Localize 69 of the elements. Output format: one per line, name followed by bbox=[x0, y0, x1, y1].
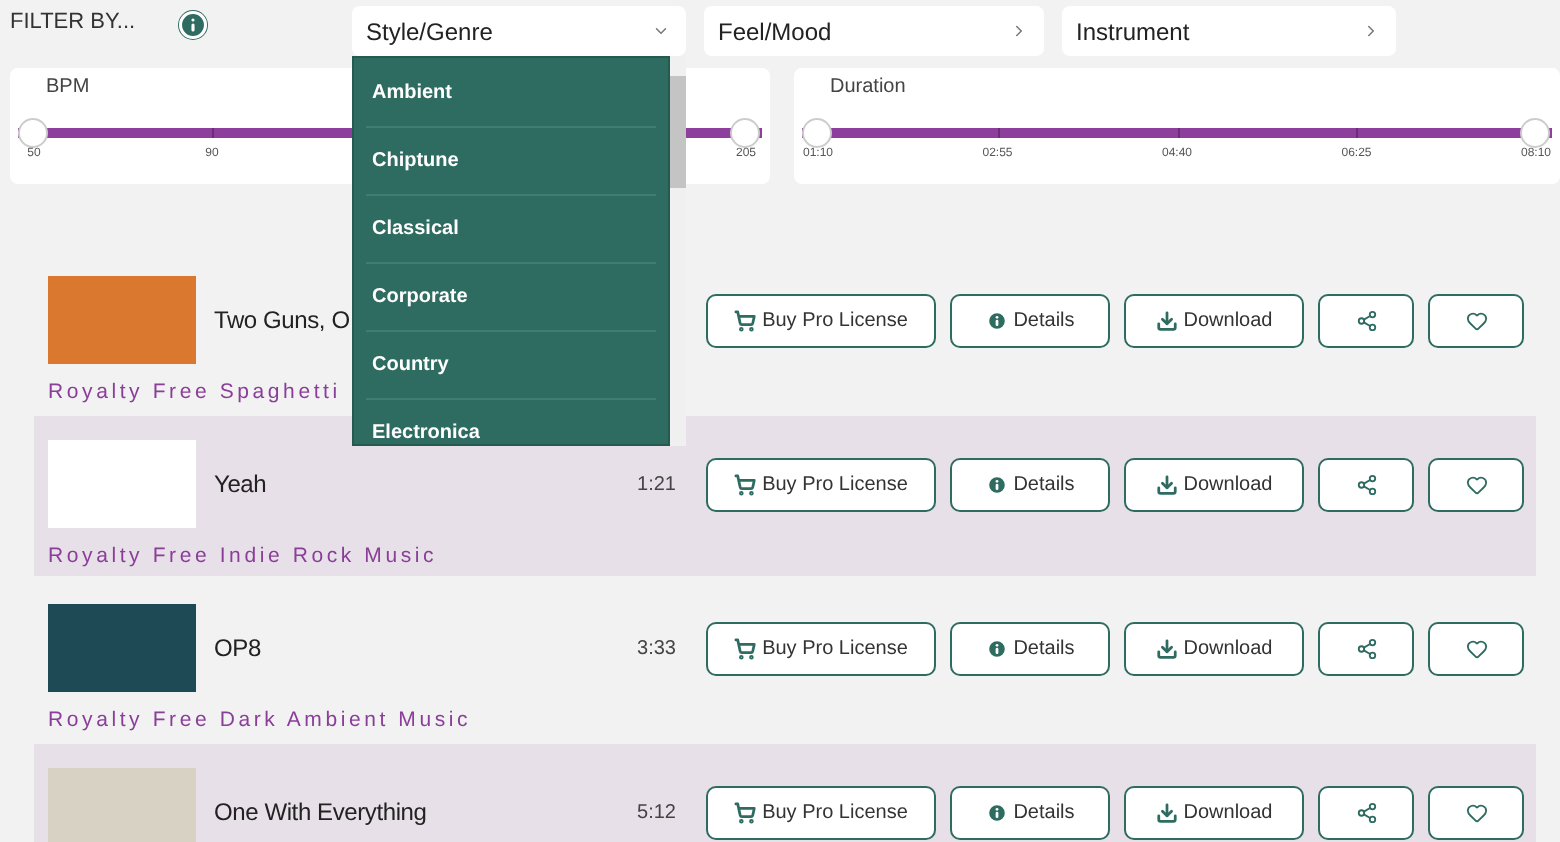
info-icon bbox=[985, 309, 1008, 331]
download-button[interactable]: Download bbox=[1124, 785, 1304, 839]
menu-item[interactable]: Chiptune bbox=[366, 128, 656, 196]
share-icon bbox=[1355, 309, 1377, 331]
menu-item[interactable]: Country bbox=[366, 332, 656, 400]
info-icon bbox=[985, 473, 1008, 495]
caret-icon bbox=[1362, 22, 1380, 40]
heart-icon bbox=[1465, 637, 1487, 659]
download-icon bbox=[1155, 309, 1178, 331]
heart-icon bbox=[1465, 473, 1487, 495]
favorite-button[interactable] bbox=[1428, 621, 1524, 675]
share-button[interactable] bbox=[1318, 621, 1414, 675]
download-icon bbox=[1155, 801, 1178, 823]
cart-icon bbox=[734, 473, 757, 495]
favorite-button[interactable] bbox=[1428, 293, 1524, 347]
favorite-button[interactable] bbox=[1428, 457, 1524, 511]
details-button[interactable]: Details bbox=[950, 457, 1110, 511]
download-button[interactable]: Download bbox=[1124, 457, 1304, 511]
heart-icon bbox=[1465, 801, 1487, 823]
download-button[interactable]: Download bbox=[1124, 293, 1304, 347]
info-icon bbox=[985, 801, 1008, 823]
slider-handle[interactable] bbox=[802, 118, 832, 148]
filter-dropdown[interactable]: Instrument bbox=[1062, 6, 1396, 56]
track-title[interactable]: One With Everything bbox=[214, 798, 427, 826]
slider-handle[interactable] bbox=[730, 118, 760, 148]
slider-handle[interactable] bbox=[18, 118, 48, 148]
filter-label: FILTER BY... bbox=[10, 10, 138, 34]
track-title[interactable]: OP8 bbox=[214, 634, 261, 662]
cart-icon bbox=[734, 637, 757, 659]
track-genre: Royalty Free Indie Rock Music bbox=[48, 544, 438, 568]
caret-icon bbox=[1010, 22, 1028, 40]
track-title[interactable]: Yeah bbox=[214, 470, 267, 498]
slider-handle[interactable] bbox=[1520, 118, 1550, 148]
filter-dropdown[interactable]: Feel/Mood bbox=[704, 6, 1044, 56]
buy-license-button[interactable]: Buy Pro License bbox=[706, 457, 936, 511]
cart-icon bbox=[734, 801, 757, 823]
menu-item[interactable]: Corporate bbox=[366, 264, 656, 332]
buy-license-button[interactable]: Buy Pro License bbox=[706, 785, 936, 839]
caret-icon bbox=[652, 22, 670, 40]
favorite-button[interactable] bbox=[1428, 785, 1524, 839]
buy-license-button[interactable]: Buy Pro License bbox=[706, 293, 936, 347]
share-button[interactable] bbox=[1318, 457, 1414, 511]
track-genre: Royalty Free Dark Ambient Music bbox=[48, 708, 472, 732]
menu-item[interactable]: Ambient bbox=[366, 60, 656, 128]
track-genre: Royalty Free Spaghetti bbox=[48, 380, 341, 404]
track-duration: 5:12 bbox=[637, 801, 676, 823]
info-icon bbox=[985, 637, 1008, 659]
share-icon bbox=[1355, 637, 1377, 659]
details-button[interactable]: Details bbox=[950, 785, 1110, 839]
filter-dropdown[interactable]: Style/Genre bbox=[352, 6, 686, 56]
download-icon bbox=[1155, 473, 1178, 495]
menu-item[interactable]: Classical bbox=[366, 196, 656, 264]
track-duration: 1:21 bbox=[637, 473, 676, 495]
download-button[interactable]: Download bbox=[1124, 621, 1304, 675]
share-icon bbox=[1355, 801, 1377, 823]
buy-license-button[interactable]: Buy Pro License bbox=[706, 621, 936, 675]
details-button[interactable]: Details bbox=[950, 293, 1110, 347]
info-icon[interactable] bbox=[178, 10, 208, 40]
share-icon bbox=[1355, 473, 1377, 495]
heart-icon bbox=[1465, 309, 1487, 331]
share-button[interactable] bbox=[1318, 293, 1414, 347]
slider-label: Duration bbox=[830, 76, 906, 98]
track-duration: 3:33 bbox=[637, 637, 676, 659]
slider-label: BPM bbox=[46, 76, 90, 98]
cart-icon bbox=[734, 309, 757, 331]
track-title[interactable]: Two Guns, O bbox=[214, 306, 350, 334]
share-button[interactable] bbox=[1318, 785, 1414, 839]
details-button[interactable]: Details bbox=[950, 621, 1110, 675]
download-icon bbox=[1155, 637, 1178, 659]
